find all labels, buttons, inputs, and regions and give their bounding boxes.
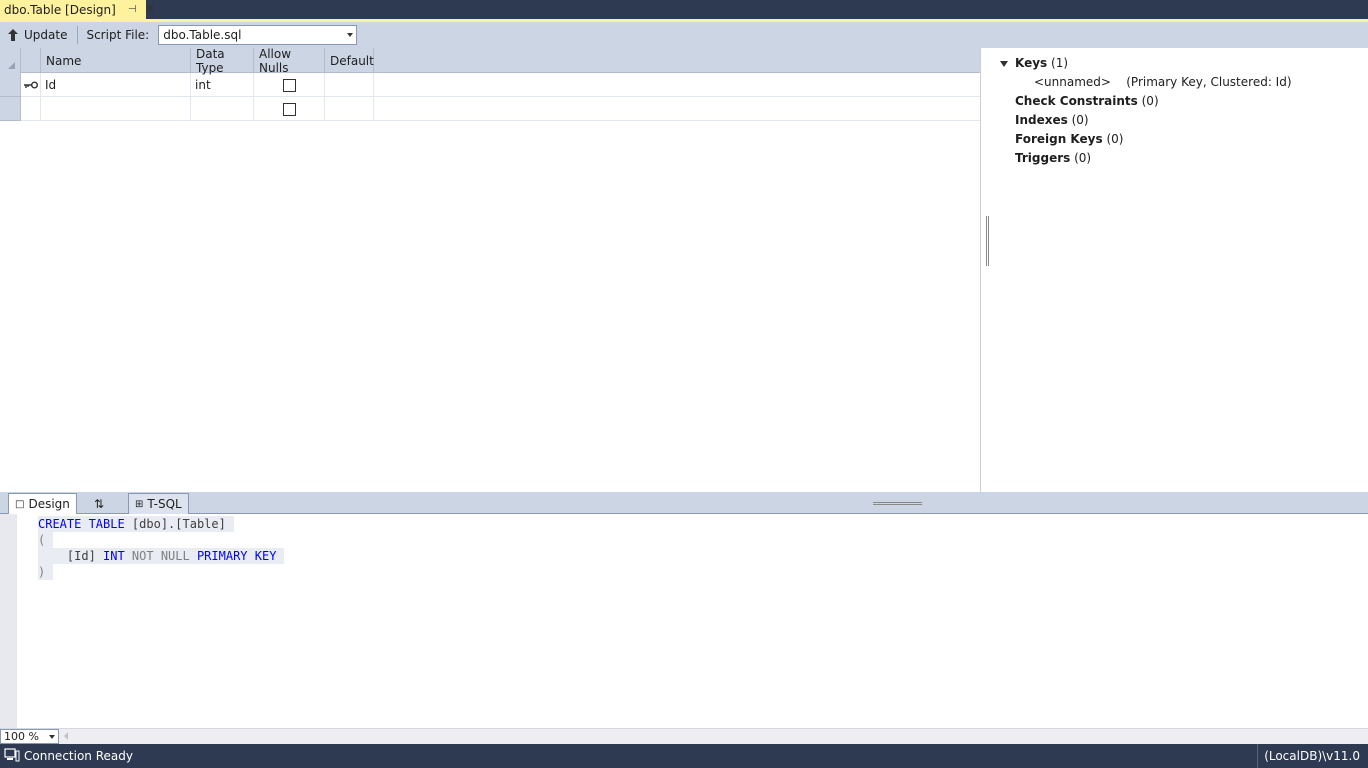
pin-icon[interactable]: ⊣ xyxy=(128,4,137,15)
tab-design[interactable]: □ Design xyxy=(8,493,77,514)
cell-allow-nulls xyxy=(254,73,325,97)
check-constraints-node[interactable]: Check Constraints (0) xyxy=(1015,94,1159,108)
column-header-name[interactable]: Name xyxy=(41,48,191,73)
connection-status: Connection Ready xyxy=(24,749,133,763)
cell-allow-nulls xyxy=(254,97,325,121)
allow-nulls-checkbox[interactable] xyxy=(283,78,296,92)
check-constraints-count: (0) xyxy=(1141,94,1159,108)
connection-icon xyxy=(4,747,20,765)
foreign-keys-count: (0) xyxy=(1106,132,1124,146)
tsql-editor[interactable]: CREATE TABLE [dbo].[Table] ( [Id] INT NO… xyxy=(0,514,1368,728)
script-file-label: Script File: xyxy=(86,28,150,42)
column-header-allow-nulls[interactable]: Allow Nulls xyxy=(254,47,325,75)
indexes-node[interactable]: Indexes (0) xyxy=(1015,113,1089,127)
update-button[interactable]: Update xyxy=(8,28,67,42)
code-line: CREATE TABLE [dbo].[Table] xyxy=(38,516,234,532)
editor-zoom-bar: 100 % xyxy=(0,728,1368,744)
row-selector[interactable] xyxy=(0,97,21,121)
vertical-splitter-handle[interactable] xyxy=(986,216,989,266)
key-name: <unnamed> xyxy=(1034,75,1111,89)
swap-panes-button[interactable]: ⇅ xyxy=(88,493,110,514)
grid-header: Name Data Type Allow Nulls Default xyxy=(0,47,980,75)
document-tab-title: dbo.Table [Design] xyxy=(4,2,116,17)
cell-name[interactable] xyxy=(41,97,191,121)
primary-key-icon xyxy=(21,73,41,97)
code-line: ) xyxy=(38,564,54,580)
code-line: [Id] INT NOT NULL PRIMARY KEY xyxy=(38,548,285,564)
key-column-header xyxy=(21,48,41,73)
sql-keyword: PRIMARY KEY xyxy=(189,549,277,563)
scroll-left-icon[interactable] xyxy=(64,732,68,740)
sql-paren: ( xyxy=(38,533,46,547)
script-file-value: dbo.Table.sql xyxy=(163,28,242,42)
cell-default[interactable] xyxy=(325,97,374,121)
chevron-down-icon xyxy=(49,735,55,739)
server-name-label: (LocalDB)\v11.0 xyxy=(1264,749,1360,763)
horizontal-splitter-handle[interactable] xyxy=(873,502,922,505)
tab-tsql-label: T-SQL xyxy=(147,497,182,511)
tab-design-label: Design xyxy=(28,497,70,511)
sql-keyword: INT xyxy=(95,549,125,563)
code-line: ( xyxy=(38,532,54,548)
keys-label: Keys xyxy=(1015,56,1048,70)
pane-tabs: □ Design ⇅ ⊞ T-SQL xyxy=(0,492,1368,514)
corner-triangle-icon xyxy=(8,62,15,69)
sql-paren: ) xyxy=(38,565,46,579)
toolbar-separator xyxy=(77,26,79,44)
cell-data-type[interactable]: int xyxy=(191,73,254,97)
column-header-default[interactable]: Default xyxy=(325,48,374,73)
sql-null-keyword: NOT NULL xyxy=(124,549,190,563)
column-header-data-type[interactable]: Data Type xyxy=(191,47,254,75)
foreign-keys-label: Foreign Keys xyxy=(1015,132,1103,146)
document-tab[interactable]: dbo.Table [Design] ⊣ ✕ xyxy=(0,0,155,19)
cell-data-type[interactable] xyxy=(191,97,254,121)
table-row[interactable] xyxy=(0,97,980,121)
table-designer-grid: Name Data Type Allow Nulls Default Id in… xyxy=(0,47,981,492)
keys-node[interactable]: Keys (1) xyxy=(1015,56,1068,70)
sql-keyword: CREATE TABLE xyxy=(38,517,125,531)
table-row[interactable]: Id int xyxy=(0,73,980,97)
check-constraints-label: Check Constraints xyxy=(1015,94,1138,108)
indexes-label: Indexes xyxy=(1015,113,1068,127)
cell-name[interactable]: Id xyxy=(41,73,191,97)
triggers-label: Triggers xyxy=(1015,151,1071,165)
status-bar: Connection Ready (LocalDB)\v11.0 xyxy=(0,744,1368,768)
key-detail: (Primary Key, Clustered: Id) xyxy=(1126,75,1292,89)
swap-arrows-icon: ⇅ xyxy=(94,496,105,511)
indexes-count: (0) xyxy=(1071,113,1089,127)
title-bar: dbo.Table [Design] ⊣ ✕ xyxy=(0,0,1368,19)
triggers-count: (0) xyxy=(1074,151,1092,165)
close-icon[interactable]: ✕ xyxy=(145,3,156,16)
designer-toolbar: Update Script File: dbo.Table.sql xyxy=(0,19,1368,48)
table-properties-pane: Keys (1) <unnamed> (Primary Key, Cluster… xyxy=(982,48,1368,492)
primary-key-item[interactable]: <unnamed> (Primary Key, Clustered: Id) xyxy=(1034,75,1292,89)
server-name: (LocalDB)\v11.0 xyxy=(1257,744,1360,768)
script-icon: ⊞ xyxy=(135,498,144,510)
upload-arrow-icon xyxy=(8,29,18,41)
tab-tsql[interactable]: ⊞ T-SQL xyxy=(128,493,189,514)
script-file-dropdown[interactable]: dbo.Table.sql xyxy=(158,25,358,45)
foreign-keys-node[interactable]: Foreign Keys (0) xyxy=(1015,132,1123,146)
cell-default[interactable] xyxy=(325,73,374,97)
sql-identifier: [dbo].[Table] xyxy=(124,517,226,531)
keys-count: (1) xyxy=(1051,56,1069,70)
triggers-node[interactable]: Triggers (0) xyxy=(1015,151,1091,165)
zoom-dropdown[interactable]: 100 % xyxy=(0,729,59,744)
chevron-down-icon xyxy=(347,33,354,37)
collapse-triangle-icon[interactable] xyxy=(1000,61,1008,67)
update-button-label: Update xyxy=(24,28,68,42)
row-selector[interactable] xyxy=(0,73,21,97)
select-all-corner[interactable] xyxy=(0,48,21,73)
zoom-value: 100 % xyxy=(4,730,39,743)
design-icon: □ xyxy=(15,498,25,510)
sql-code[interactable]: CREATE TABLE [dbo].[Table] ( [Id] INT NO… xyxy=(38,516,285,580)
sql-identifier: [Id] xyxy=(38,549,96,563)
editor-margin xyxy=(0,514,17,728)
allow-nulls-checkbox[interactable] xyxy=(283,102,296,116)
cell-key xyxy=(21,97,41,121)
